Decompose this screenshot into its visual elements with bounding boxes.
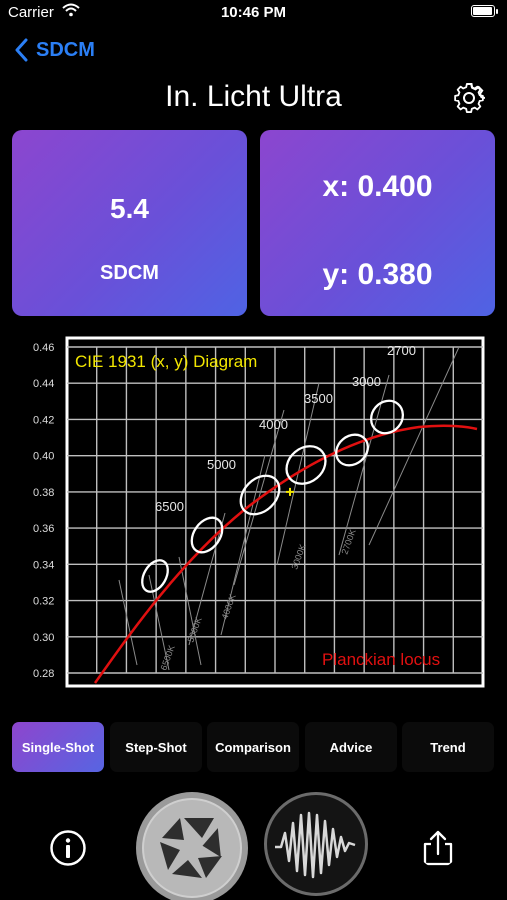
chart-title: CIE 1931 (x, y) Diagram <box>75 352 257 371</box>
chevron-left-icon <box>15 38 28 62</box>
tab-trend[interactable]: Trend <box>402 722 494 772</box>
y-tick-label: 0.38 <box>33 487 54 499</box>
back-button[interactable]: SDCM <box>14 36 95 64</box>
y-tick-label: 0.30 <box>33 632 54 644</box>
tab-step-shot[interactable]: Step-Shot <box>110 722 202 772</box>
gear-icon[interactable] <box>453 82 485 114</box>
y-tick-labels: 0.46 0.44 0.42 0.40 0.38 0.36 0.34 0.32 0.30 0.28 <box>33 342 54 680</box>
capture-button-face <box>142 798 242 898</box>
clock: 10:46 PM <box>220 4 287 21</box>
cct-label: 5000 <box>207 457 236 472</box>
y-tick-label: 0.40 <box>33 451 54 463</box>
cie-chart-svg: 0.46 0.44 0.42 0.40 0.38 0.36 0.34 0.32 0.30 0.28… <box>33 336 485 688</box>
cct-label: 3000 <box>352 374 381 389</box>
chromaticity-card: x: 0.400 y: 0.380 <box>260 130 495 316</box>
capture-button[interactable] <box>136 792 248 900</box>
bottom-toolbar <box>0 792 507 900</box>
mode-tabs: Single-Shot Step-Shot Comparison Advice … <box>0 722 507 774</box>
sdcm-card: 5.4 SDCM <box>12 130 247 316</box>
cct-label: 4000 <box>259 417 288 432</box>
cct-label: 2700 <box>387 343 416 358</box>
y-value: y: 0.380 <box>322 258 433 291</box>
y-tick-label: 0.34 <box>33 559 54 571</box>
status-bar: Carrier 10:46 PM <box>0 0 507 26</box>
tab-advice[interactable]: Advice <box>305 722 397 772</box>
sdcm-value: 5.4 <box>110 193 149 224</box>
tab-single-shot[interactable]: Single-Shot <box>12 722 104 772</box>
cct-label: 3500 <box>304 391 333 406</box>
cie-chart: 0.46 0.44 0.42 0.40 0.38 0.36 0.34 0.32 0.30 0.28… <box>29 335 493 695</box>
y-tick-label: 0.46 <box>33 342 54 354</box>
battery-icon <box>471 5 498 17</box>
back-label: SDCM <box>36 38 95 61</box>
waveform-icon <box>275 811 356 879</box>
info-icon[interactable] <box>49 829 87 867</box>
share-icon[interactable] <box>418 828 458 868</box>
battery-fill <box>473 7 492 15</box>
y-tick-label: 0.28 <box>33 668 54 680</box>
y-tick-label: 0.32 <box>33 596 54 608</box>
aperture-icon <box>160 818 222 878</box>
y-tick-label: 0.42 <box>33 414 54 426</box>
tab-comparison[interactable]: Comparison <box>207 722 299 772</box>
waveform-button[interactable] <box>264 792 368 896</box>
curve-label: Planckian locus <box>322 650 440 669</box>
page-title: In. Licht Ultra <box>165 80 342 113</box>
x-value: x: 0.400 <box>322 170 433 203</box>
cct-label: 6500 <box>155 499 184 514</box>
sdcm-label: SDCM <box>100 262 159 284</box>
y-tick-label: 0.36 <box>33 523 54 535</box>
y-tick-label: 0.44 <box>33 378 54 390</box>
